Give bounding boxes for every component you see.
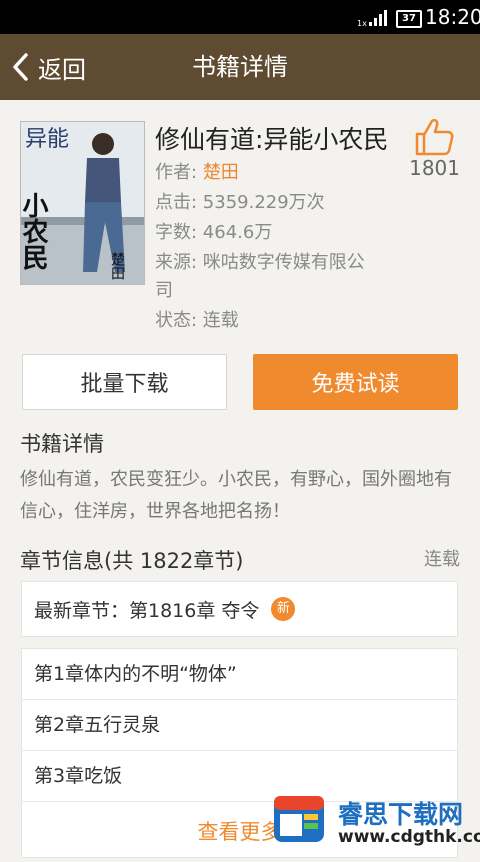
- serial-status: 连载: [424, 549, 460, 570]
- author-row: 作者: 楚田: [155, 158, 239, 188]
- cover-text-middle: 小农民: [21, 192, 49, 271]
- watermark-logo-icon: [274, 796, 324, 842]
- word-count-row: 字数: 464.6万: [155, 222, 273, 243]
- latest-chapter-label: 最新章节：第1816章 夺令: [34, 599, 260, 622]
- status-bar: 1x 37 18:20: [0, 0, 480, 34]
- chapter-item-2[interactable]: 第2章五行灵泉: [22, 700, 457, 751]
- battery-icon: 37: [396, 10, 422, 28]
- watermark-name: 睿思下载网: [338, 800, 464, 829]
- source-row: 来源: 咪咕数字传媒有限公: [155, 252, 365, 273]
- author-link[interactable]: 楚田: [203, 162, 239, 183]
- back-label: 返回: [38, 55, 86, 84]
- book-title: 修仙有道:异能小农民: [155, 125, 389, 154]
- network-type: 1x: [357, 19, 367, 27]
- chapter-item-1[interactable]: 第1章体内的不明“物体”: [22, 649, 457, 700]
- signal-icon: 1x: [357, 10, 387, 27]
- cover-image: 异能 小农民 楚田: [21, 122, 144, 284]
- author-label: 作者:: [155, 162, 198, 183]
- book-description: 修仙有道，农民变狂少。小农民，有野心，国外圈地有信心，住洋房，世界各地把名扬！: [20, 469, 452, 522]
- clicks-row: 点击: 5359.229万次: [155, 192, 325, 213]
- clock: 18:20: [425, 5, 480, 29]
- chevron-left-icon: [13, 53, 28, 81]
- status-row: 状态: 连载: [155, 310, 239, 331]
- details-heading: 书籍详情: [20, 432, 104, 456]
- thumbs-up-icon[interactable]: [413, 117, 455, 157]
- source-row-wrap: 司: [155, 280, 173, 301]
- top-bar: 返回 书籍详情: [0, 34, 480, 100]
- latest-chapter[interactable]: 最新章节：第1816章 夺令 新: [21, 581, 458, 637]
- new-badge: 新: [271, 597, 296, 621]
- batch-download-button[interactable]: 批量下载: [22, 354, 227, 410]
- like-count: 1801: [409, 156, 460, 180]
- chapters-heading: 章节信息(共 1822章节): [20, 549, 244, 573]
- free-read-button[interactable]: 免费试读: [253, 354, 458, 410]
- back-button[interactable]: 返回: [10, 34, 86, 100]
- cover-text-top: 异能: [25, 127, 69, 152]
- book-cover[interactable]: 异能 小农民 楚田: [20, 121, 145, 285]
- watermark-url: www.cdgthk.com: [338, 827, 480, 847]
- cover-author: 楚田: [109, 252, 125, 280]
